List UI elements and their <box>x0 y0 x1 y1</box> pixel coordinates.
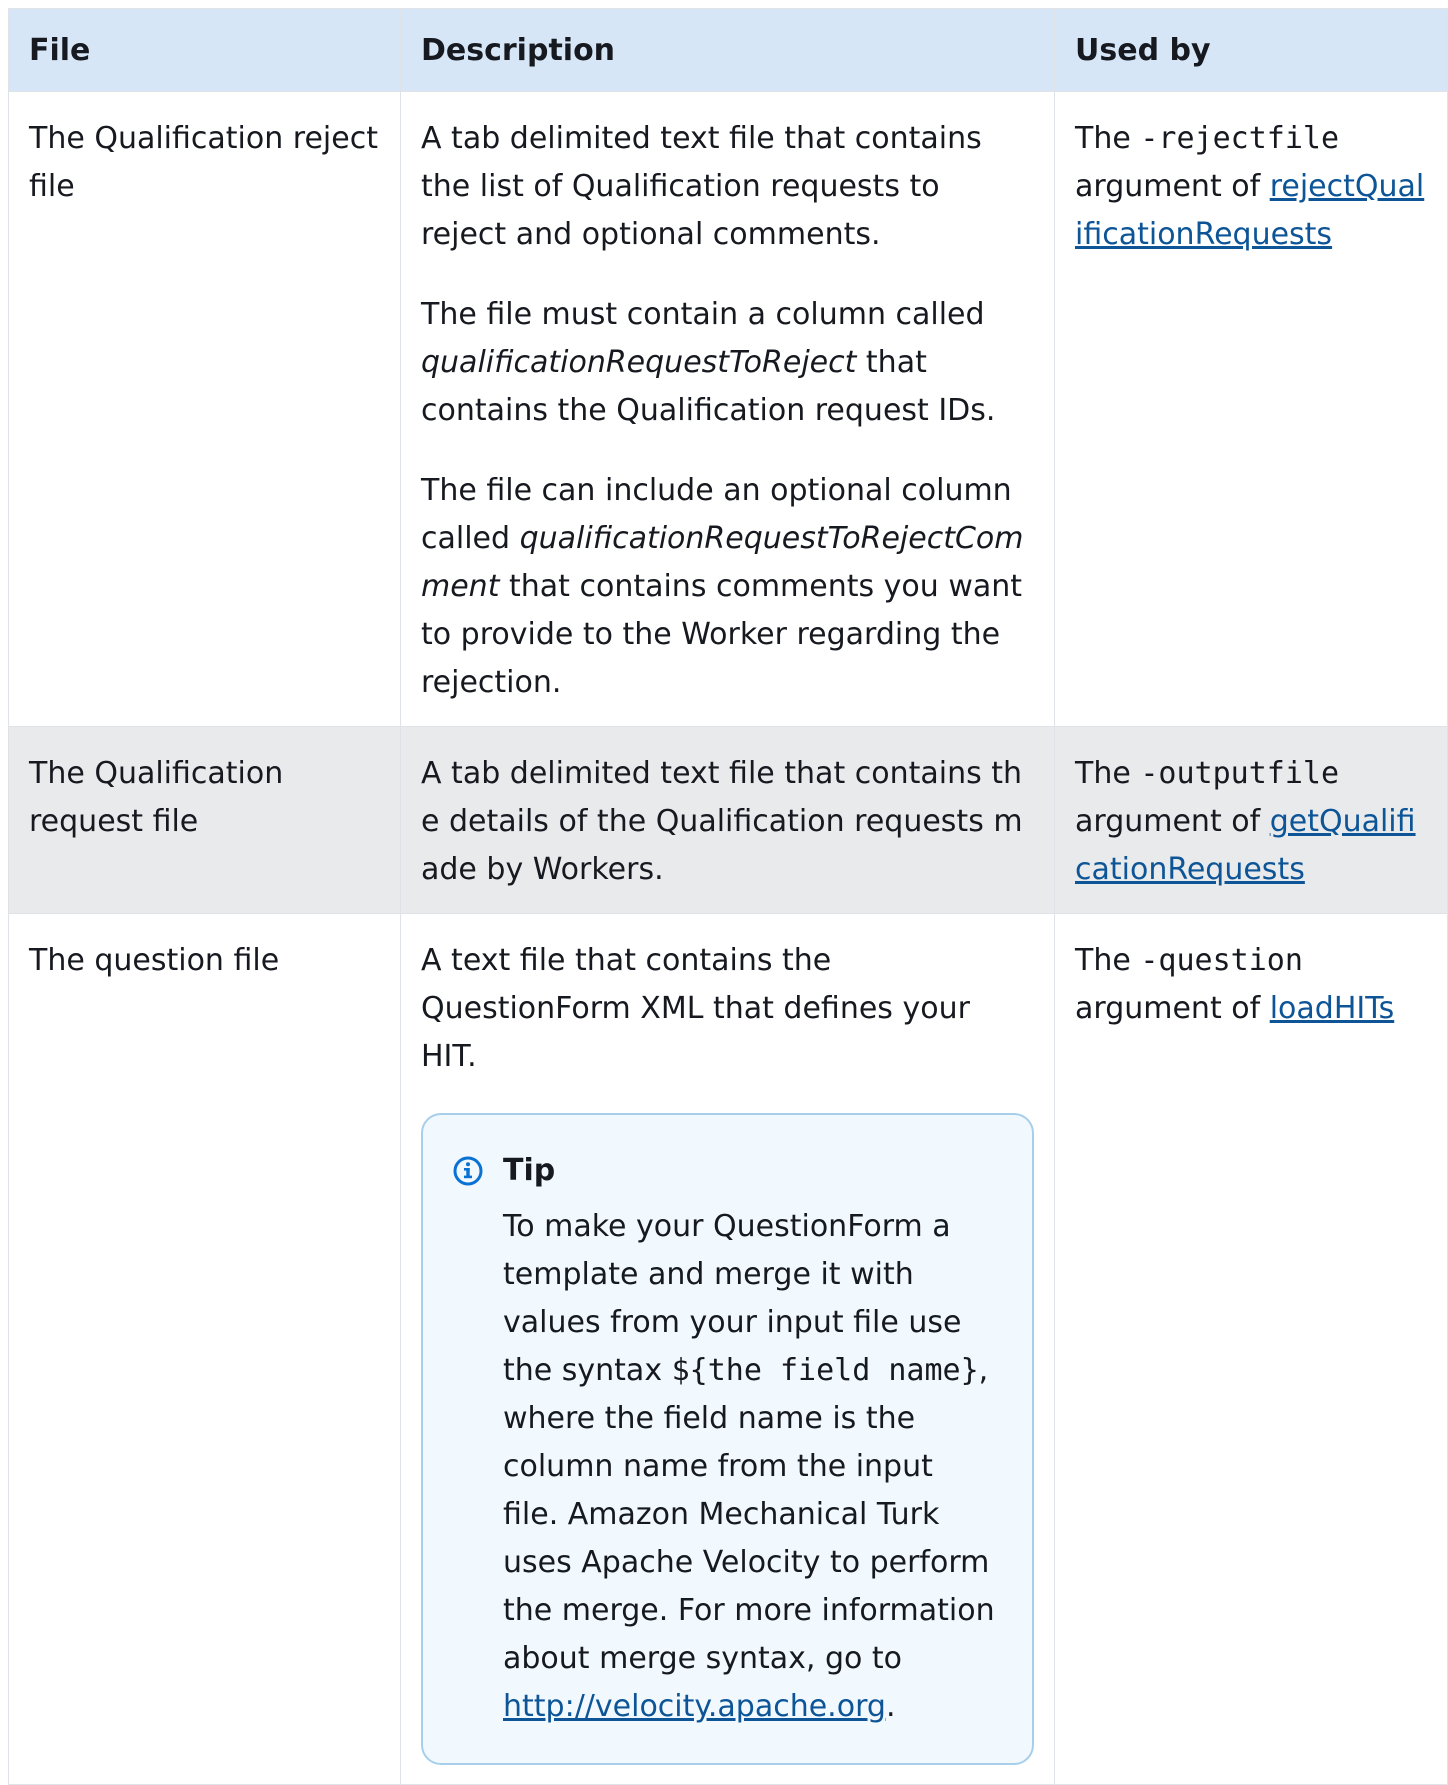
column-header-used-by: Used by <box>1054 8 1448 92</box>
description-cell: A tab delimited text file that contains … <box>400 726 1055 914</box>
velocity-apache-link[interactable]: http://velocity.apache.org <box>503 1689 886 1724</box>
text: argument of <box>1075 991 1270 1026</box>
description-paragraph: A tab delimited text file that contains … <box>421 121 982 252</box>
table-row: The Qualification request file A tab del… <box>8 726 1448 914</box>
argument-code: -outputfile <box>1140 756 1340 791</box>
text: argument of <box>1075 804 1270 839</box>
text: The <box>1075 943 1141 978</box>
text: that contains comments you want to provi… <box>421 569 1023 700</box>
text: The <box>1075 756 1141 791</box>
file-cell: The Qualification reject file <box>8 91 401 727</box>
merge-syntax-code: ${the field name} <box>671 1353 979 1388</box>
table-header-row: File Description Used by <box>8 8 1448 92</box>
description-paragraph: The file must contain a column called qu… <box>421 291 1034 435</box>
argument-code: -question <box>1140 943 1303 978</box>
used-by-cell: The -rejectfile argument of rejectQualif… <box>1054 91 1448 727</box>
table-row: The question file A text file that conta… <box>8 913 1448 1785</box>
text: The <box>1075 121 1141 156</box>
tip-callout: Tip To make your QuestionForm a template… <box>421 1113 1034 1765</box>
description-paragraph: A text file that contains the QuestionFo… <box>421 943 970 1074</box>
description-paragraph: A tab delimited text file that contains … <box>421 756 1023 887</box>
text: . <box>885 1689 896 1724</box>
tip-title: Tip <box>503 1153 556 1188</box>
column-header-description: Description <box>400 8 1055 92</box>
file-cell: The Qualification request file <box>8 726 401 914</box>
column-header-file: File <box>8 8 401 92</box>
tip-text: To make your QuestionForm a template and… <box>453 1203 996 1731</box>
used-by-cell: The -question argument of loadHITs <box>1054 913 1448 1785</box>
description-cell: A tab delimited text file that contains … <box>400 91 1055 727</box>
info-icon <box>453 1156 483 1186</box>
files-table: File Description Used by The Qualificati… <box>8 8 1448 1785</box>
description-cell: A text file that contains the QuestionFo… <box>400 913 1055 1785</box>
tip-header: Tip <box>453 1147 996 1195</box>
load-hits-link[interactable]: loadHITs <box>1270 991 1395 1026</box>
argument-code: -rejectfile <box>1140 121 1340 156</box>
description-paragraph: The file can include an optional column … <box>421 467 1034 707</box>
text: argument of <box>1075 169 1270 204</box>
text: The file must contain a column called <box>421 297 985 332</box>
table-row: The Qualification reject file A tab deli… <box>8 91 1448 727</box>
column-name: qualificationRequestToReject <box>421 345 857 380</box>
file-cell: The question file <box>8 913 401 1785</box>
text: , where the field name is the column nam… <box>503 1353 995 1676</box>
used-by-cell: The -outputfile argument of getQualifica… <box>1054 726 1448 914</box>
